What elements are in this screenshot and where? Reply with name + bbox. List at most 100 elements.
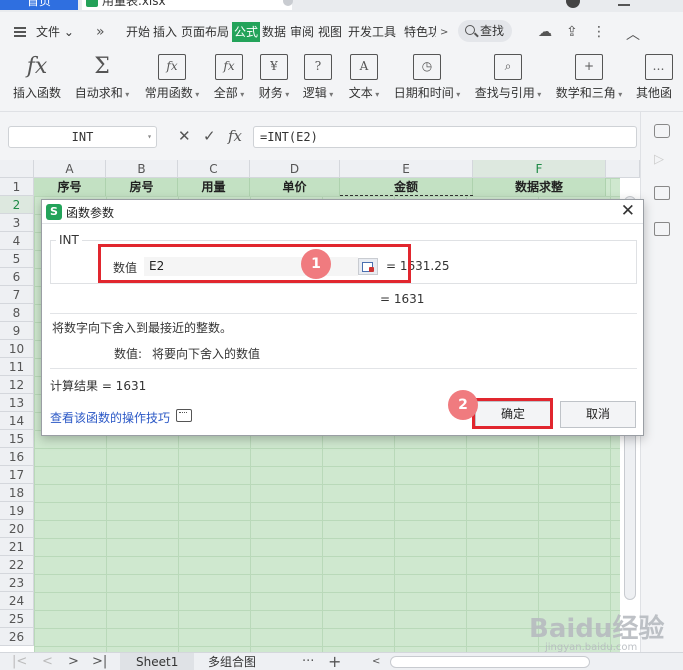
column-header-e[interactable]: E bbox=[340, 160, 473, 178]
column-header-c[interactable]: C bbox=[178, 160, 250, 178]
sheet-tab-sheet1[interactable]: Sheet1 bbox=[120, 653, 195, 670]
row-header[interactable]: 7 bbox=[0, 286, 34, 304]
last-sheet-icon[interactable]: >| bbox=[92, 653, 107, 670]
cancel-button[interactable]: 取消 bbox=[560, 401, 636, 428]
tab-start[interactable]: 开始 bbox=[126, 22, 150, 42]
function-help-link[interactable]: 查看该函数的操作技巧 bbox=[50, 409, 170, 426]
next-sheet-icon[interactable]: > bbox=[68, 653, 79, 670]
row-header[interactable]: 17 bbox=[0, 466, 34, 484]
row-header[interactable]: 4 bbox=[0, 232, 34, 250]
row-header[interactable]: 10 bbox=[0, 340, 34, 358]
date-time-button[interactable]: ◷ 日期和时间 bbox=[390, 50, 464, 112]
tab-formula[interactable]: 公式 bbox=[232, 22, 261, 42]
panel-toggle-icon[interactable] bbox=[654, 124, 670, 138]
tab-developer[interactable]: 开发工具 bbox=[348, 22, 396, 42]
row-header[interactable]: 8 bbox=[0, 304, 34, 322]
autosum-button[interactable]: Σ 自动求和 bbox=[70, 50, 134, 112]
column-header-g[interactable] bbox=[606, 160, 640, 178]
common-functions-button[interactable]: fx 常用函数 bbox=[140, 50, 204, 112]
tab-view[interactable]: 视图 bbox=[318, 22, 342, 42]
row-header[interactable]: 2 bbox=[0, 196, 34, 214]
settings-sliders-icon[interactable] bbox=[654, 186, 670, 200]
row-header[interactable]: 25 bbox=[0, 610, 34, 628]
row-header[interactable]: 5 bbox=[0, 250, 34, 268]
row-header[interactable]: 11 bbox=[0, 358, 34, 376]
tab-insert[interactable]: 插入 bbox=[153, 22, 177, 42]
play-icon[interactable]: ▷ bbox=[654, 152, 670, 167]
math-trig-button[interactable]: + 数学和三角 bbox=[552, 50, 626, 112]
row-header[interactable]: 18 bbox=[0, 484, 34, 502]
scroll-left-icon[interactable]: < bbox=[372, 653, 380, 670]
share-icon[interactable]: ⇪ bbox=[566, 24, 578, 40]
row-header[interactable]: 6 bbox=[0, 268, 34, 286]
row-header[interactable]: 12 bbox=[0, 376, 34, 394]
prev-sheet-icon[interactable]: < bbox=[42, 653, 53, 670]
cloud-icon[interactable]: ☁ bbox=[538, 24, 552, 40]
row-header[interactable]: 26 bbox=[0, 628, 34, 646]
tab-page-layout[interactable]: 页面布局 bbox=[181, 22, 229, 42]
cell-d1[interactable]: 单价 bbox=[250, 178, 340, 196]
row-header[interactable]: 23 bbox=[0, 574, 34, 592]
column-header-d[interactable]: D bbox=[250, 160, 340, 178]
video-tutorial-icon[interactable] bbox=[176, 409, 192, 422]
row-header[interactable]: 16 bbox=[0, 448, 34, 466]
row-header[interactable]: 21 bbox=[0, 538, 34, 556]
tab-review[interactable]: 审阅 bbox=[290, 22, 314, 42]
column-header-f[interactable]: F bbox=[473, 160, 606, 178]
cell-c1[interactable]: 用量 bbox=[178, 178, 250, 196]
home-tab[interactable]: 首页 bbox=[0, 0, 78, 10]
text-functions-button[interactable]: A 文本 bbox=[344, 50, 384, 112]
argument-description-text: 将要向下舍入的数值 bbox=[152, 347, 261, 361]
row-header[interactable]: 1 bbox=[0, 178, 34, 196]
more-sheets-icon[interactable]: ··· bbox=[302, 653, 314, 670]
more-options-icon[interactable]: ⋮ bbox=[592, 24, 606, 40]
all-functions-button[interactable]: fx 全部 bbox=[208, 50, 250, 112]
cell-e1[interactable]: 金额 bbox=[340, 178, 473, 196]
other-functions-button[interactable]: … 其他函 bbox=[634, 50, 683, 112]
cancel-formula-icon[interactable]: ✕ bbox=[178, 127, 191, 145]
confirm-formula-icon[interactable]: ✓ bbox=[203, 127, 216, 145]
file-menu[interactable]: 文件 ⌄ bbox=[36, 22, 74, 42]
select-all-corner[interactable] bbox=[0, 160, 34, 178]
row-header[interactable]: 19 bbox=[0, 502, 34, 520]
autosum-label: 自动求和 bbox=[70, 84, 134, 101]
tab-data[interactable]: 数据 bbox=[262, 22, 286, 42]
tab-special[interactable]: 特色功 bbox=[404, 22, 436, 42]
row-header[interactable]: 24 bbox=[0, 592, 34, 610]
close-icon[interactable]: ✕ bbox=[621, 202, 635, 220]
logical-button[interactable]: ? 逻辑 bbox=[298, 50, 338, 112]
name-box[interactable]: INT bbox=[8, 126, 157, 148]
formula-input[interactable]: =INT(E2) bbox=[253, 126, 637, 148]
column-header-a[interactable]: A bbox=[34, 160, 106, 178]
first-sheet-icon[interactable]: |< bbox=[12, 653, 27, 670]
cell-f1[interactable]: 数据求整 bbox=[473, 178, 606, 196]
row-header[interactable]: 14 bbox=[0, 412, 34, 430]
add-sheet-icon[interactable]: + bbox=[328, 653, 341, 670]
file-tab[interactable]: 用量表.xlsx bbox=[82, 0, 292, 10]
lookup-reference-button[interactable]: ⌕ 查找与引用 bbox=[470, 50, 546, 112]
transform-icon[interactable] bbox=[654, 222, 670, 236]
avatar-icon[interactable] bbox=[566, 0, 580, 8]
fx-icon[interactable]: fx bbox=[228, 127, 242, 145]
minimize-icon[interactable] bbox=[618, 4, 630, 6]
row-header[interactable]: 3 bbox=[0, 214, 34, 232]
more-chevrons-icon[interactable]: » bbox=[96, 24, 105, 40]
argument-description-name: 数值: bbox=[114, 347, 143, 361]
search-button[interactable]: 查找 bbox=[458, 20, 512, 42]
column-header-b[interactable]: B bbox=[106, 160, 178, 178]
row-header[interactable]: 20 bbox=[0, 520, 34, 538]
sheet-tab-multi-chart[interactable]: 多组合图 bbox=[192, 653, 272, 670]
tab-scroll-right-icon[interactable]: > bbox=[440, 27, 448, 38]
row-header[interactable]: 22 bbox=[0, 556, 34, 574]
collapse-ribbon-icon[interactable]: ︿ bbox=[626, 24, 640, 44]
dialog-title-bar[interactable]: S 函数参数 ✕ bbox=[42, 200, 643, 224]
hamburger-menu-icon[interactable] bbox=[14, 27, 26, 37]
financial-button[interactable]: ¥ 财务 bbox=[254, 50, 294, 112]
cell-a1[interactable]: 序号 bbox=[34, 178, 106, 196]
row-header[interactable]: 13 bbox=[0, 394, 34, 412]
watermark-logo: Baidu经验 bbox=[529, 614, 665, 644]
row-header[interactable]: 15 bbox=[0, 430, 34, 448]
row-header[interactable]: 9 bbox=[0, 322, 34, 340]
cell-b1[interactable]: 房号 bbox=[106, 178, 178, 196]
insert-function-button[interactable]: fx 插入函数 bbox=[8, 50, 66, 112]
